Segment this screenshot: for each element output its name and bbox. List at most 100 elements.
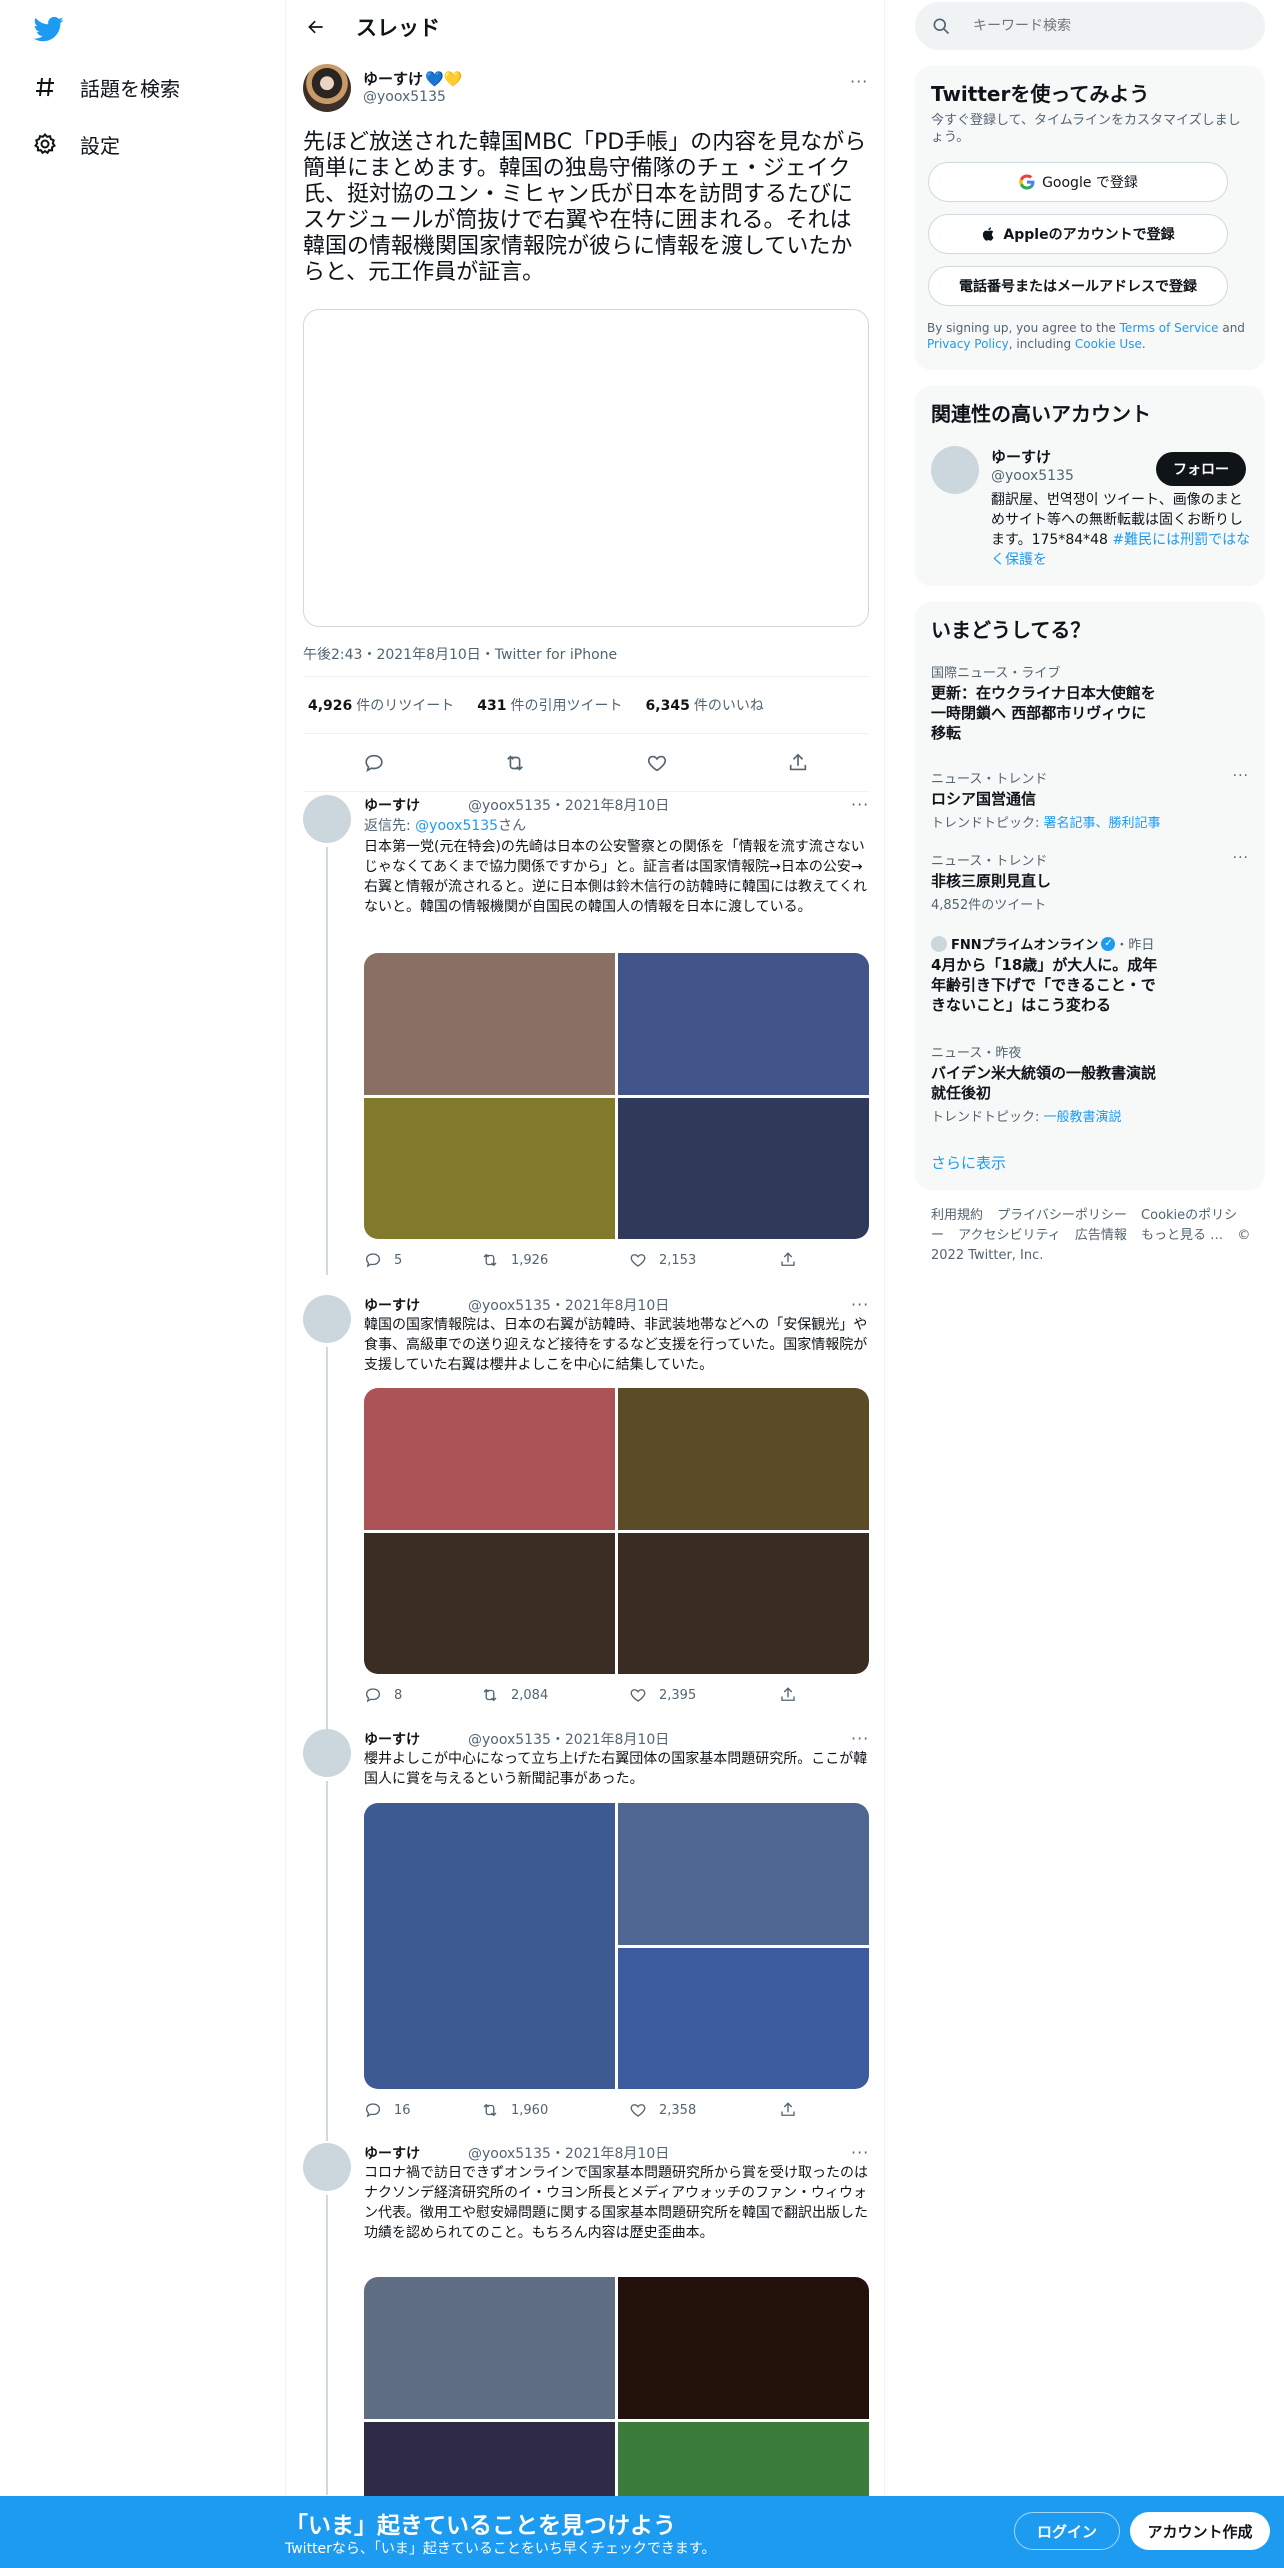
share-button[interactable] (779, 1686, 797, 1704)
author-handle[interactable]: @yoox5135・2021年8月10日 (468, 2143, 669, 2163)
retweet-button[interactable]: 2,084 (481, 1686, 629, 1704)
reply-header: ゆーすけ @yoox5135・2021年8月10日 (364, 1729, 669, 1749)
author-name[interactable]: ゆーすけ (364, 795, 420, 815)
twitter-bird-icon[interactable] (32, 14, 66, 44)
retweet-count[interactable]: 4,926 件のリツイート (308, 695, 454, 715)
trend-item[interactable]: ··· ニュース・トレンド 非核三原則見直し 4,852件のツイート (931, 850, 1249, 913)
image-1[interactable] (364, 1388, 615, 1530)
footer-link-terms[interactable]: 利用規約 (931, 1208, 983, 1223)
author-handle[interactable]: @yoox5135・2021年8月10日 (468, 1729, 669, 1749)
reply-tweet[interactable]: ゆーすけ @yoox5135・2021年8月10日 ··· 返信先: @yoox… (286, 795, 886, 1275)
more-icon[interactable]: ··· (850, 72, 868, 91)
follow-button[interactable]: フォロー (1156, 452, 1246, 486)
more-icon[interactable]: ··· (851, 2143, 869, 2162)
more-icon[interactable]: ··· (851, 1295, 869, 1314)
retweet-icon[interactable] (497, 745, 533, 781)
footer-link-privacy[interactable]: プライバシーポリシー (997, 1208, 1127, 1223)
media-card[interactable] (303, 309, 869, 627)
image-2[interactable] (618, 953, 869, 1095)
author-handle[interactable]: @yoox5135・2021年8月10日 (468, 795, 669, 815)
reply-tweet[interactable]: ゆーすけ @yoox5135・2021年8月10日 ··· コロナ禍で訪日できず… (286, 2143, 886, 2563)
avatar[interactable] (303, 64, 351, 112)
trend-item[interactable]: ニュース・昨夜 バイデン米大統領の一般教書演説 就任後初 トレンドトピック: 一… (931, 1042, 1249, 1125)
author-name[interactable]: ゆーすけ (364, 2143, 420, 2163)
terms-link[interactable]: Terms of Service (1120, 321, 1219, 335)
like-button[interactable]: 2,395 (629, 1686, 779, 1704)
share-button[interactable] (779, 1251, 797, 1269)
footer-link-accessibility[interactable]: アクセシビリティ (958, 1228, 1061, 1243)
more-icon[interactable]: ··· (851, 795, 869, 814)
trend-title: 更新：在ウクライナ日本大使館を一時閉鎖へ 西部都市リヴィウに移転 (931, 684, 1156, 742)
reply-icon[interactable] (356, 745, 392, 781)
nav-item-explore[interactable]: 話題を検索 (32, 67, 180, 107)
quote-count[interactable]: 431 件の引用ツイート (477, 695, 622, 715)
avatar[interactable] (303, 1729, 351, 1777)
trend-meta-links[interactable]: 署名記事、勝利記事 (1044, 816, 1161, 831)
image-3[interactable] (364, 1098, 615, 1239)
avatar[interactable] (303, 2143, 351, 2191)
image-3[interactable] (618, 1948, 869, 2089)
trend-meta: トレンドトピック: 署名記事、勝利記事 (931, 812, 1249, 831)
author-handle[interactable]: @yoox5135・2021年8月10日 (468, 1295, 669, 1315)
phone-signup-button[interactable]: 電話番号またはメールアドレスで登録 (928, 266, 1228, 306)
show-more-link[interactable]: さらに表示 (931, 1152, 1006, 1173)
image-4[interactable] (618, 1533, 869, 1674)
related-name[interactable]: ゆーすけ (991, 446, 1051, 467)
related-handle[interactable]: @yoox5135 (991, 468, 1074, 484)
trend-item[interactable]: 国際ニュース・ライブ 更新：在ウクライナ日本大使館を一時閉鎖へ 西部都市リヴィウ… (931, 662, 1249, 743)
more-icon[interactable]: ··· (1233, 768, 1249, 784)
nav-item-settings[interactable]: 設定 (32, 124, 120, 164)
retweet-button[interactable]: 1,960 (481, 2101, 629, 2119)
image-2[interactable] (618, 1803, 869, 1945)
image-1[interactable] (364, 1803, 615, 2089)
share-button[interactable] (779, 2101, 797, 2119)
reply-button[interactable]: 5 (364, 1251, 481, 1269)
tweet-actions (303, 734, 869, 792)
avatar[interactable] (303, 1295, 351, 1343)
tweet-timestamp[interactable]: 午後2:43・2021年8月10日・Twitter for iPhone (303, 644, 617, 664)
reply-button[interactable]: 8 (364, 1686, 481, 1704)
back-arrow-icon[interactable] (298, 9, 334, 45)
search-box[interactable] (915, 2, 1265, 50)
author-name[interactable]: ゆーすけ (364, 1729, 420, 1749)
apple-signup-button[interactable]: Appleのアカウントで登録 (928, 214, 1228, 254)
image-1[interactable] (364, 2277, 615, 2419)
avatar[interactable] (303, 795, 351, 843)
login-button[interactable]: ログイン (1014, 2512, 1120, 2550)
image-1[interactable] (364, 953, 615, 1095)
reply-tweet[interactable]: ゆーすけ @yoox5135・2021年8月10日 ··· 韓国の国家情報院は、… (286, 1295, 886, 1735)
image-4[interactable] (618, 1098, 869, 1239)
search-input[interactable] (973, 18, 1233, 34)
share-icon[interactable] (780, 745, 816, 781)
reply-to-handle[interactable]: @yoox5135 (415, 818, 498, 834)
privacy-link[interactable]: Privacy Policy (927, 337, 1009, 351)
author-handle[interactable]: @yoox5135 (363, 89, 446, 105)
image-grid (364, 1803, 869, 2089)
more-icon[interactable]: ··· (851, 1729, 869, 1748)
cookie-link[interactable]: Cookie Use (1075, 337, 1142, 351)
reply-button[interactable]: 16 (364, 2101, 481, 2119)
trend-meta-links[interactable]: 一般教書演説 (1044, 1110, 1122, 1125)
like-count[interactable]: 6,345 件のいいね (646, 695, 764, 715)
more-icon[interactable]: ··· (1233, 850, 1249, 866)
author-name[interactable]: ゆーすけ (364, 1295, 420, 1315)
reply-header: ゆーすけ @yoox5135・2021年8月10日 (364, 1295, 669, 1315)
search-icon (933, 18, 950, 35)
retweet-button[interactable]: 1,926 (481, 1251, 629, 1269)
footer-link-more[interactable]: もっと見る … (1141, 1228, 1223, 1243)
footer-link-ads[interactable]: 広告情報 (1075, 1228, 1127, 1243)
like-icon[interactable] (639, 745, 675, 781)
signup-button[interactable]: アカウント作成 (1130, 2512, 1270, 2550)
trend-item[interactable]: FNNプライムオンライン ✓ ・昨日 4月から「18歳」が大人に。成年年齢引き下… (931, 934, 1249, 1015)
author-name[interactable]: ゆーすけ 💙💛 (363, 68, 462, 89)
avatar[interactable] (931, 446, 979, 494)
image-2[interactable] (618, 1388, 869, 1530)
google-signup-button[interactable]: Google で登録 (928, 162, 1228, 202)
like-button[interactable]: 2,153 (629, 1251, 779, 1269)
like-button[interactable]: 2,358 (629, 2101, 779, 2119)
image-3[interactable] (364, 1533, 615, 1674)
trend-item[interactable]: ··· ニュース・トレンド ロシア国営通信 トレンドトピック: 署名記事、勝利記… (931, 768, 1249, 831)
image-2[interactable] (618, 2277, 869, 2419)
retweet-icon (483, 1688, 497, 1702)
reply-tweet[interactable]: ゆーすけ @yoox5135・2021年8月10日 ··· 櫻井よしこが中心にな… (286, 1729, 886, 2141)
